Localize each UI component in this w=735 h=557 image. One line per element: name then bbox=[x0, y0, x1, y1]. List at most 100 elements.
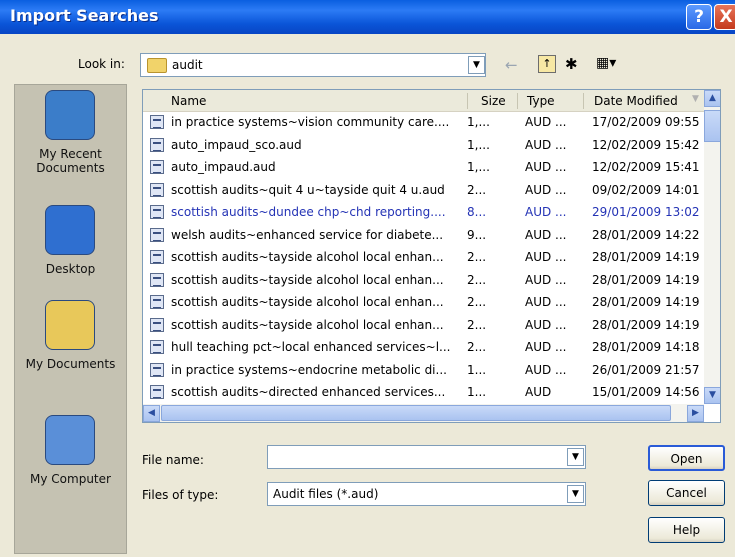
horizontal-scroll-thumb[interactable] bbox=[161, 405, 671, 421]
file-row[interactable]: scottish audits~tayside alcohol local en… bbox=[143, 271, 704, 290]
scroll-down-button[interactable]: ▼ bbox=[704, 387, 720, 404]
file-size: 2... bbox=[467, 317, 487, 332]
back-arrow-icon[interactable]: ← bbox=[505, 56, 518, 74]
file-type: AUD ... bbox=[525, 205, 567, 219]
file-date: 15/01/2009 14:56 bbox=[592, 385, 700, 399]
file-row[interactable]: in practice systems~endocrine metabolic … bbox=[143, 361, 704, 380]
audit-file-icon bbox=[150, 182, 164, 197]
scroll-up-button[interactable]: ▲ bbox=[704, 90, 720, 107]
file-row[interactable]: scottish audits~tayside alcohol local en… bbox=[143, 316, 704, 335]
audit-file-icon bbox=[150, 385, 164, 399]
dialog-title: Import Searches bbox=[10, 6, 159, 25]
file-type: AUD ... bbox=[525, 295, 567, 309]
place-my-documents[interactable]: My Documents bbox=[15, 300, 126, 400]
new-folder-icon[interactable]: ✱ bbox=[565, 55, 578, 73]
scroll-right-button[interactable]: ▶ bbox=[687, 405, 704, 422]
audit-file-icon bbox=[150, 362, 164, 377]
file-name: scottish audits~quit 4 u~tayside quit 4 … bbox=[171, 182, 445, 197]
file-size: 1... bbox=[467, 385, 487, 399]
help-button[interactable]: Help bbox=[648, 517, 725, 543]
file-row[interactable]: auto_impaud.aud 1,... AUD ... 12/02/2009 15… bbox=[143, 158, 704, 177]
file-date: 28/01/2009 14:19 bbox=[592, 272, 700, 287]
folder-icon bbox=[147, 58, 167, 73]
file-row[interactable]: auto_impaud_sco.aud 1,... AUD ... 12/02/200… bbox=[143, 136, 704, 155]
place-label: Desktop bbox=[45, 262, 96, 276]
cancel-button[interactable]: Cancel bbox=[648, 480, 725, 506]
file-type: AUD bbox=[525, 385, 552, 399]
file-size: 8... bbox=[467, 205, 487, 219]
file-row[interactable]: hull teaching pct~local enhanced service… bbox=[143, 338, 704, 357]
file-date: 28/01/2009 14:19 bbox=[592, 250, 700, 264]
file-rows: in practice systems~vision community car… bbox=[143, 113, 704, 404]
my-computer-icon bbox=[45, 415, 95, 465]
audit-file-icon bbox=[150, 295, 164, 309]
file-date: 28/01/2009 14:19 bbox=[592, 317, 700, 332]
column-divider[interactable] bbox=[467, 93, 468, 109]
file-date: 09/02/2009 14:01 bbox=[592, 182, 700, 197]
place-label: My Recent Documents bbox=[36, 147, 105, 175]
audit-file-icon bbox=[150, 250, 164, 264]
files-of-type-dropdown-arrow[interactable]: ▼ bbox=[567, 485, 584, 503]
column-type-header[interactable]: Type bbox=[527, 94, 555, 108]
file-name-label: File name: bbox=[142, 453, 204, 467]
column-divider[interactable] bbox=[583, 93, 584, 109]
import-searches-dialog: Import Searches ? X Look in: audit ▼ ← ↑… bbox=[0, 0, 735, 557]
file-name-dropdown-arrow[interactable]: ▼ bbox=[567, 448, 584, 466]
file-row[interactable]: in practice systems~vision community car… bbox=[143, 113, 704, 132]
file-name: scottish audits~tayside alcohol local en… bbox=[171, 295, 444, 309]
file-date: 26/01/2009 21:57 bbox=[592, 362, 700, 377]
file-name-field[interactable]: ▼ bbox=[267, 445, 586, 469]
file-name: in practice systems~endocrine metabolic … bbox=[171, 362, 447, 377]
files-of-type-dropdown[interactable]: Audit files (*.aud) ▼ bbox=[267, 482, 586, 506]
file-row[interactable]: scottish audits~directed enhanced servic… bbox=[143, 383, 704, 402]
audit-file-icon bbox=[150, 160, 164, 174]
file-name: welsh audits~enhanced service for diabet… bbox=[171, 227, 444, 242]
file-type: AUD ... bbox=[525, 137, 567, 152]
scroll-thumb[interactable] bbox=[704, 110, 720, 142]
file-size: 2... bbox=[467, 182, 487, 197]
file-size: 1,... bbox=[467, 137, 490, 152]
column-divider[interactable] bbox=[517, 93, 518, 109]
file-list[interactable]: Name Size Type Date Modified ▼ in practi… bbox=[142, 89, 721, 423]
file-type: AUD ... bbox=[525, 362, 567, 377]
file-size: 1,... bbox=[467, 115, 490, 129]
help-title-button[interactable]: ? bbox=[686, 4, 712, 30]
up-folder-icon[interactable]: ↑ bbox=[538, 55, 556, 73]
file-type: AUD ... bbox=[525, 340, 567, 354]
view-menu-icon[interactable]: ▦▾ bbox=[596, 55, 616, 71]
file-row[interactable]: scottish audits~quit 4 u~tayside quit 4 … bbox=[143, 181, 704, 200]
file-date: 29/01/2009 13:02 bbox=[592, 205, 700, 219]
audit-file-icon bbox=[150, 137, 164, 152]
close-button[interactable]: X bbox=[714, 4, 735, 30]
file-row[interactable]: welsh audits~enhanced service for diabet… bbox=[143, 226, 704, 245]
vertical-scrollbar[interactable]: ▲ ▼ bbox=[704, 90, 720, 404]
file-type: AUD ... bbox=[525, 250, 567, 264]
file-row[interactable]: scottish audits~tayside alcohol local en… bbox=[143, 248, 704, 267]
file-name: scottish audits~tayside alcohol local en… bbox=[171, 317, 444, 332]
column-name-header[interactable]: Name bbox=[171, 94, 206, 108]
column-date-header[interactable]: Date Modified bbox=[594, 94, 678, 108]
file-row[interactable]: scottish audits~tayside alcohol local en… bbox=[143, 293, 704, 312]
horizontal-scrollbar[interactable]: ◀ ▶ bbox=[143, 404, 704, 422]
place-desktop[interactable]: Desktop bbox=[15, 205, 126, 305]
file-type: AUD ... bbox=[525, 317, 567, 332]
open-button[interactable]: Open bbox=[648, 445, 725, 471]
look-in-dropdown[interactable]: audit ▼ bbox=[140, 53, 486, 77]
file-name: scottish audits~dundee chp~chd reporting… bbox=[171, 205, 446, 219]
look-in-dropdown-arrow[interactable]: ▼ bbox=[468, 56, 485, 74]
file-name: scottish audits~tayside alcohol local en… bbox=[171, 250, 444, 264]
scroll-left-button[interactable]: ◀ bbox=[143, 405, 160, 422]
file-size: 2... bbox=[467, 250, 487, 264]
file-date: 28/01/2009 14:19 bbox=[592, 295, 700, 309]
place-my-computer[interactable]: My Computer bbox=[15, 415, 126, 515]
places-bar: My Recent Documents Desktop My Documents My… bbox=[14, 84, 127, 554]
file-name: auto_impaud.aud bbox=[171, 160, 276, 174]
column-size-header[interactable]: Size bbox=[481, 94, 506, 108]
file-size: 2... bbox=[467, 340, 487, 354]
file-row[interactable]: scottish audits~dundee chp~chd reporting… bbox=[143, 203, 704, 222]
file-name: auto_impaud_sco.aud bbox=[171, 137, 302, 152]
place-label: My Computer bbox=[30, 472, 111, 486]
title-bar[interactable]: Import Searches ? X bbox=[0, 0, 735, 34]
file-date: 28/01/2009 14:18 bbox=[592, 340, 700, 354]
place-recent-documents[interactable]: My Recent Documents bbox=[15, 90, 126, 190]
